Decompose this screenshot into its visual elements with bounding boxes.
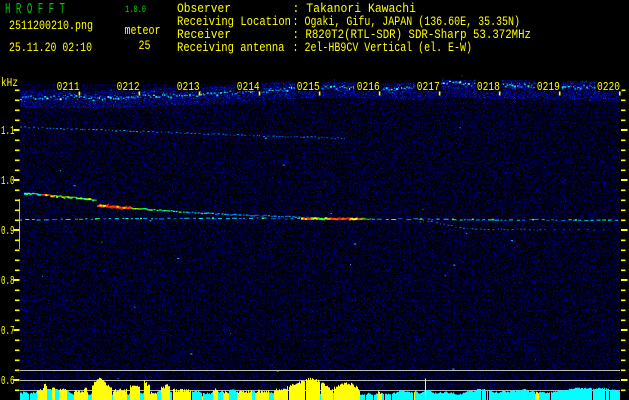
svg-text:0.6: 0.6 — [1, 375, 15, 388]
svg-text:0215: 0215 — [297, 81, 320, 94]
svg-text:1.0: 1.0 — [1, 175, 15, 188]
svg-text:meteor: meteor — [125, 23, 161, 38]
svg-text:0218: 0218 — [477, 81, 500, 94]
svg-text:25: 25 — [139, 38, 151, 53]
svg-text:H R O F F T: H R O F F T — [5, 1, 65, 18]
svg-text:1.1: 1.1 — [1, 125, 15, 138]
svg-text:0216: 0216 — [357, 81, 380, 94]
svg-text:2511200210.png: 2511200210.png — [9, 18, 93, 33]
svg-text:0213: 0213 — [177, 81, 200, 94]
svg-text:0.9: 0.9 — [1, 225, 15, 238]
svg-text:0219: 0219 — [537, 81, 560, 94]
svg-text:Receiving antenna: Receiving antenna — [177, 40, 285, 55]
svg-text:0.8: 0.8 — [1, 275, 15, 288]
svg-text:0214: 0214 — [237, 81, 260, 94]
svg-text:1.0.0: 1.0.0 — [125, 5, 146, 16]
svg-text:: 2el-HB9CV Vertical (el. E-W): : 2el-HB9CV Vertical (el. E-W) — [293, 40, 473, 55]
svg-text:0.7: 0.7 — [1, 325, 15, 338]
svg-text:0220: 0220 — [597, 81, 620, 94]
svg-text:0217: 0217 — [417, 81, 440, 94]
svg-text:25.11.20 02:10: 25.11.20 02:10 — [9, 40, 92, 55]
svg-text:0212: 0212 — [117, 81, 140, 94]
svg-text:kHz: kHz — [1, 77, 18, 90]
svg-text:0211: 0211 — [57, 81, 80, 94]
